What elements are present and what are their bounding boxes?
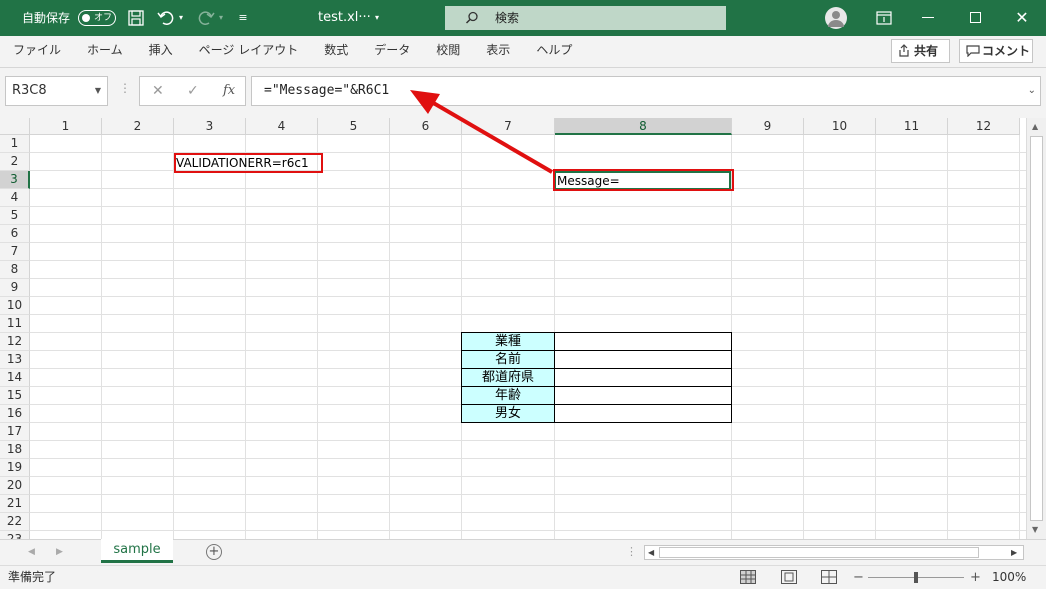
annotation-arrow-icon xyxy=(410,90,554,174)
horizontal-scrollbar[interactable]: ◀ ▶ xyxy=(644,545,1024,560)
status-text: 準備完了 xyxy=(8,570,57,584)
status-bar: 準備完了 − + 100% xyxy=(0,565,1046,589)
page-break-view-icon[interactable] xyxy=(821,570,837,584)
zoom-level[interactable]: 100% xyxy=(992,566,1026,589)
sheet-tab-bar: ◀ ▶ sample + ⋮ ◀ ▶ xyxy=(0,539,1046,565)
sheet-tab-sample[interactable]: sample xyxy=(101,539,173,563)
tab-splitter-icon[interactable]: ⋮ xyxy=(626,546,637,558)
next-sheet-icon[interactable]: ▶ xyxy=(56,540,63,564)
zoom-in-button[interactable]: + xyxy=(970,566,981,589)
normal-view-icon[interactable] xyxy=(740,570,756,584)
horizontal-scroll-thumb[interactable] xyxy=(659,547,979,558)
page-layout-view-icon[interactable] xyxy=(781,570,797,584)
scroll-right-icon[interactable]: ▶ xyxy=(1011,546,1017,559)
zoom-out-button[interactable]: − xyxy=(853,566,864,589)
zoom-slider-knob[interactable] xyxy=(914,572,918,583)
add-sheet-icon[interactable]: + xyxy=(206,544,222,560)
scroll-left-icon[interactable]: ◀ xyxy=(648,546,654,559)
prev-sheet-icon[interactable]: ◀ xyxy=(28,540,35,564)
